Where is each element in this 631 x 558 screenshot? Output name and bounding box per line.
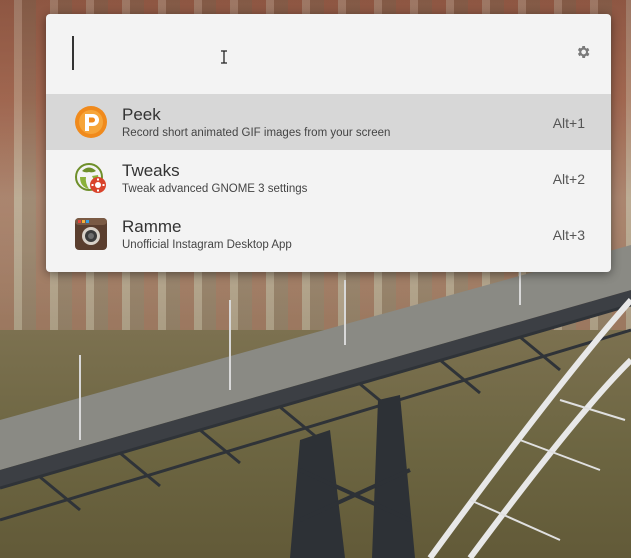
peek-icon xyxy=(75,106,107,138)
result-item-ramme[interactable]: Ramme Unofficial Instagram Desktop App A… xyxy=(46,206,611,262)
result-item-tweaks[interactable]: Tweaks Tweak advanced GNOME 3 settings A… xyxy=(46,150,611,206)
result-item-peek[interactable]: Peek Record short animated GIF images fr… xyxy=(46,94,611,150)
app-launcher-window: Peek Record short animated GIF images fr… xyxy=(46,14,611,272)
result-name: Tweaks xyxy=(122,161,180,180)
gear-icon[interactable] xyxy=(575,44,591,60)
result-description: Unofficial Instagram Desktop App xyxy=(122,239,292,251)
result-shortcut: Alt+1 xyxy=(552,115,585,131)
tweaks-icon xyxy=(75,163,106,193)
result-name: Peek xyxy=(122,105,161,124)
text-caret xyxy=(72,36,74,70)
result-shortcut: Alt+3 xyxy=(552,227,585,243)
result-description: Tweak advanced GNOME 3 settings xyxy=(122,183,308,195)
ibeam-cursor-icon xyxy=(221,50,227,64)
ramme-icon xyxy=(75,218,107,250)
result-shortcut: Alt+2 xyxy=(552,171,585,187)
results-list: Peek Record short animated GIF images fr… xyxy=(46,94,611,262)
result-description: Record short animated GIF images from yo… xyxy=(122,127,391,139)
result-name: Ramme xyxy=(122,217,182,236)
search-input[interactable] xyxy=(46,14,611,94)
